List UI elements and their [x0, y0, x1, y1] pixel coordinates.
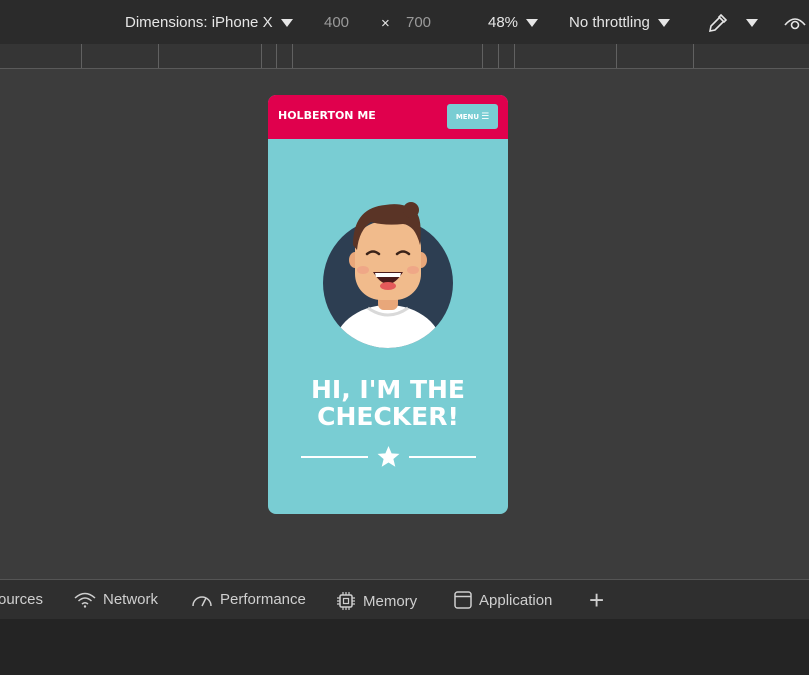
menu-label: MENU	[455, 112, 480, 121]
tab-sources[interactable]: ources	[0, 591, 43, 608]
eyedropper-icon	[708, 13, 728, 33]
hero-line-2: CHECKER!	[317, 402, 459, 431]
zoom-dropdown[interactable]: 48%	[488, 14, 539, 31]
tab-network[interactable]: Network	[74, 591, 158, 608]
chevron-down-icon	[526, 19, 539, 28]
menu-button[interactable]: MENU ☰	[447, 104, 498, 129]
dimensions-dropdown[interactable]: Dimensions: iPhone X	[125, 14, 293, 31]
height-input[interactable]: 700	[406, 14, 431, 31]
dimensions-label: Dimensions: iPhone X	[125, 14, 273, 31]
media-query-ruler[interactable]	[0, 44, 809, 69]
throttling-label: No throttling	[569, 14, 650, 31]
tab-application[interactable]: Application	[454, 591, 552, 609]
site-header: HOLBERTON ME MENU ☰	[268, 95, 508, 139]
eyedropper-button[interactable]	[707, 12, 729, 38]
phone-screen: HOLBERTON ME MENU ☰ HI, I'M THE CHECKER!	[268, 95, 508, 514]
devtools-panel	[0, 619, 809, 675]
chip-icon	[337, 592, 355, 610]
eye-icon	[784, 18, 806, 30]
hero-title: HI, I'M THE CHECKER!	[268, 376, 508, 430]
checker-avatar	[323, 202, 453, 348]
chevron-down-icon	[657, 19, 670, 28]
zoom-label: 48%	[488, 14, 519, 31]
throttling-dropdown[interactable]: No throttling	[569, 14, 670, 31]
tab-label: Application	[479, 591, 553, 609]
hamburger-icon: ☰	[481, 111, 490, 122]
visibility-button[interactable]	[783, 14, 807, 36]
hero-line-1: HI, I'M THE	[310, 375, 466, 404]
tab-memory[interactable]: Memory	[336, 591, 417, 611]
add-tab-button[interactable]: +	[589, 585, 604, 616]
tab-label: Network	[103, 591, 159, 608]
star-icon	[377, 446, 400, 467]
tab-label: Memory	[363, 592, 418, 610]
tab-label: ources	[0, 591, 44, 608]
site-brand[interactable]: HOLBERTON ME	[278, 109, 376, 122]
times-icon: ×	[381, 15, 390, 32]
eyedropper-dropdown[interactable]	[738, 14, 758, 31]
window-icon	[454, 591, 472, 609]
wifi-icon	[74, 592, 96, 608]
tab-performance[interactable]: Performance	[191, 591, 306, 608]
chevron-down-icon	[746, 19, 758, 28]
tab-label: Performance	[220, 591, 306, 608]
devtools-tab-bar: ources Network Performance Memory Applic…	[0, 579, 809, 620]
width-input[interactable]: 400	[324, 14, 349, 31]
gauge-icon	[192, 595, 212, 606]
device-toolbar: Dimensions: iPhone X 400 × 700 48% No th…	[0, 0, 809, 45]
star-divider	[301, 446, 476, 467]
chevron-down-icon	[280, 19, 293, 28]
